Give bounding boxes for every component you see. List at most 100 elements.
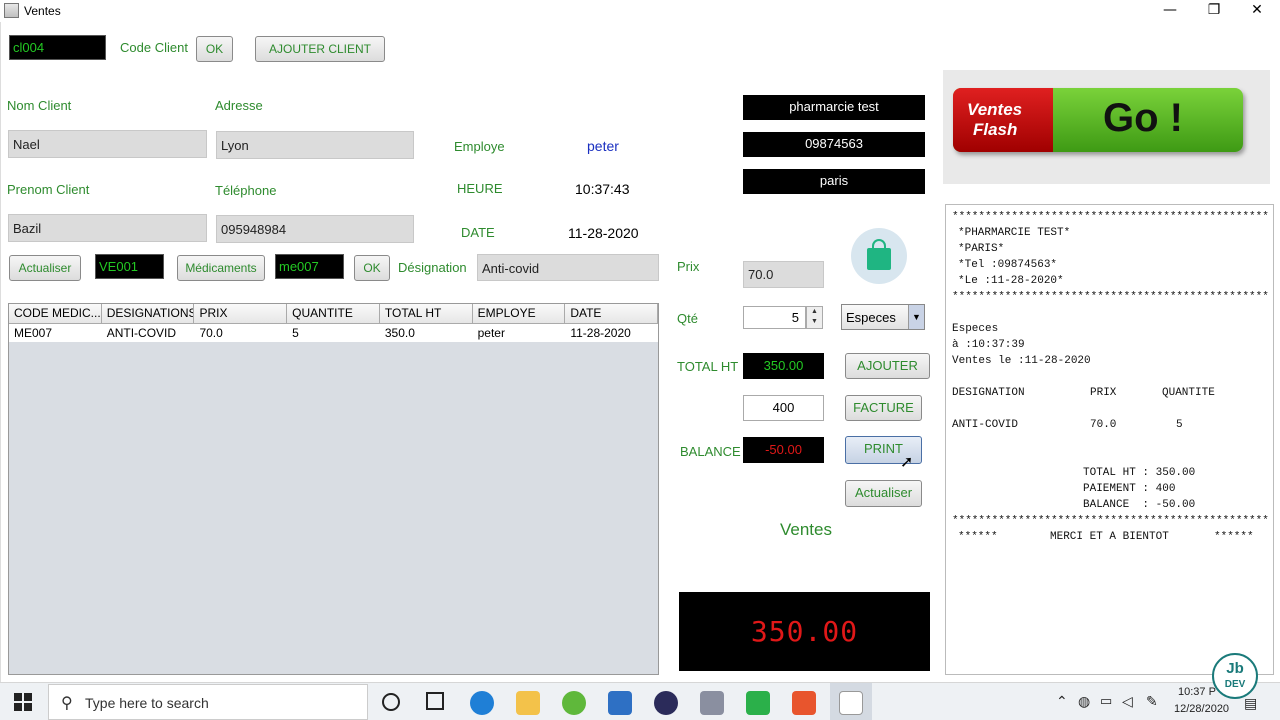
col-employee[interactable]: EMPLOYE [473,304,566,323]
price-field[interactable]: 70.0 [743,261,824,288]
pen-icon[interactable]: ✎ [1146,693,1158,710]
col-total[interactable]: TOTAL HT [380,304,473,323]
receipt-header-price: PRIX [1090,387,1117,399]
time-value: 10:37:43 [575,181,630,197]
windows-start-icon[interactable] [14,693,32,711]
time-label: HEURE [457,181,503,196]
col-quantity[interactable]: QUANTITE [287,304,380,323]
payment-select[interactable]: Especes ▼ [841,304,925,330]
edge-icon[interactable] [470,691,494,715]
virtualbox-icon[interactable] [608,691,632,715]
minimize-button[interactable]: — [1150,0,1190,22]
cell-quantity: 5 [292,326,299,340]
col-code[interactable]: CODE MEDIC... [9,304,102,323]
netbeans-icon[interactable] [700,691,724,715]
med-code-field[interactable]: me007 [275,254,344,279]
utorrent-icon[interactable] [562,691,586,715]
notifications-icon[interactable]: ▤ [1244,695,1257,712]
employee-value: peter [587,138,619,154]
paid-amount-field[interactable]: 400 [743,395,824,421]
price-label: Prix [677,259,700,274]
employee-label: Employe [454,139,505,154]
cell-code: ME007 [14,326,53,340]
close-button[interactable]: ✕ [1237,0,1277,22]
total-value: 350.00 [743,353,824,379]
client-code-label: Code Client [120,40,188,55]
sales-label: Ventes [780,520,832,539]
med-ok-button[interactable]: OK [354,255,390,281]
receipt-line2: *PARIS* [958,243,1005,255]
sales-table: CODE MEDIC... DESIGNATIONS PRIX QUANTITE… [8,303,659,675]
volume-icon[interactable]: ◁ [1122,693,1133,710]
medications-button[interactable]: Médicaments [177,255,265,281]
col-date[interactable]: DATE [565,304,659,323]
camtasia-icon[interactable] [746,691,770,715]
refresh-button[interactable]: Actualiser [9,255,81,281]
receipt-line3: *Tel :09874563* [958,259,1058,271]
clock-time[interactable]: 10:37 P [1178,686,1216,698]
maximize-button[interactable]: ❐ [1194,0,1234,22]
cortana-icon[interactable] [382,693,400,711]
phone-field[interactable]: 095948984 [216,215,414,243]
java-taskbar-item[interactable] [830,683,872,720]
battery-icon[interactable]: ▭ [1100,693,1112,709]
receipt-panel: ****************************************… [945,204,1274,675]
window-title: Ventes [24,4,61,18]
refresh-sale-button[interactable]: Actualiser [845,480,922,507]
sale-id-field[interactable]: VE001 [95,254,164,279]
globe-icon[interactable]: ◍ [1078,693,1090,710]
eclipse-icon[interactable] [654,691,678,715]
client-firstname-label: Prenom Client [7,182,90,197]
search-placeholder: Type here to search [85,695,209,711]
designation-label: Désignation [398,260,467,275]
clock-date[interactable]: 12/28/2020 [1174,703,1229,715]
file-explorer-icon[interactable] [516,691,540,715]
address-field[interactable]: Lyon [216,131,414,159]
ventes-flash-banner: Ventes Flash Go ! [943,70,1270,184]
java-icon [839,691,863,715]
receipt-row-price: 70.0 [1090,419,1117,431]
spinner-arrows-icon[interactable]: ▲ ▼ [806,306,823,329]
client-firstname-field[interactable]: Bazil [8,214,207,242]
store-city: paris [743,169,925,194]
client-name-field[interactable]: Nael [8,130,207,158]
col-designation[interactable]: DESIGNATIONS [102,304,195,323]
add-button[interactable]: AJOUTER [845,353,930,379]
cell-date: 11-28-2020 [570,326,631,340]
address-label: Adresse [215,98,263,113]
recorder-icon[interactable] [792,691,816,715]
chevron-up-icon[interactable]: ⌃ [1056,693,1068,710]
receipt-row-designation: ANTI-COVID [952,419,1019,431]
channel-logo: Jb DEV [1212,653,1258,699]
receipt-header-quantity: QUANTITE [1162,387,1215,399]
mouse-cursor-icon: ➚ [900,454,914,471]
taskbar: ⚲ Type here to search ⌃ ◍ ▭ ◁ ✎ 10:37 P … [0,682,1280,720]
taskbar-search-box[interactable]: ⚲ Type here to search [48,684,368,720]
bag-body [867,248,891,270]
table-row[interactable]: ME007 ANTI-COVID 70.0 5 350.0 peter 11-2… [9,324,658,342]
receipt-stars-top: ****************************************… [952,211,1269,223]
quantity-label: Qté [677,311,698,326]
chevron-down-icon[interactable]: ▼ [908,305,924,329]
store-phone: 09874563 [743,132,925,157]
receipt-line4: *Le :11-28-2020* [958,275,1064,287]
col-price[interactable]: PRIX [194,304,288,323]
designation-field[interactable]: Anti-covid [477,254,659,281]
quantity-spinner[interactable]: 5 [743,306,806,329]
task-view-icon[interactable] [426,692,444,710]
receipt-row-quantity: 5 [1176,419,1183,431]
table-header: CODE MEDIC... DESIGNATIONS PRIX QUANTITE… [9,304,659,324]
client-ok-button[interactable]: OK [196,36,233,62]
client-code-input[interactable]: cl004 [9,35,106,60]
date-value: 11-28-2020 [568,225,639,241]
invoice-button[interactable]: FACTURE [845,395,922,421]
store-name: pharmarcie test [743,95,925,120]
balance-value: -50.00 [743,437,824,463]
receipt-payment: Especes [952,323,999,335]
bag-handle [872,239,886,251]
receipt-header-designation: DESIGNATION [952,387,1025,399]
add-client-button[interactable]: AJOUTER CLIENT [255,36,385,62]
receipt-stars-2: ****************************************… [952,291,1269,303]
title-bar: Ventes — ❐ ✕ [0,0,1280,22]
go-text: Go ! [1103,96,1183,140]
